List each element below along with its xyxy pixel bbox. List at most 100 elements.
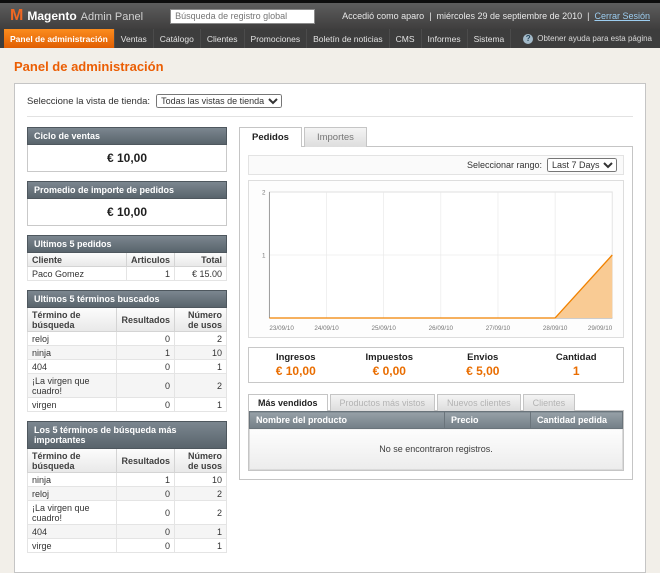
table-cell: 2 [175,501,227,525]
products-grid-panel: Nombre del productoPrecioCantidad pedida… [248,410,624,471]
report-tab[interactable]: Más vendidos [248,394,328,411]
nav-item[interactable]: Clientes [201,29,245,48]
column-header: Término de búsqueda [28,308,117,332]
table-cell: ¡La virgen que cuadro! [28,501,117,525]
column-header: Total [175,253,227,267]
top-header: M Magento Admin Panel Accedió como aparo… [0,0,660,29]
store-switcher: Seleccione la vista de tienda: Todas las… [27,94,633,117]
table-cell: 10 [175,346,227,360]
table-cell: ¡La virgen que cuadro! [28,374,117,398]
table-cell: reloj [28,487,117,501]
column-header: Número de usos [175,449,227,473]
header-separator: | [587,11,589,21]
range-select[interactable]: Last 7 Days [547,158,617,172]
table-row: Paco Gomez1€ 15.00 [28,267,227,281]
svg-text:23/09/10: 23/09/10 [269,325,294,332]
svg-text:25/09/10: 25/09/10 [371,325,396,332]
table-cell: 1 [175,360,227,374]
column-header: Resultados [117,308,175,332]
table-cell: 0 [117,360,175,374]
nav-item[interactable]: Panel de administración [4,29,115,48]
header-separator: | [429,11,431,21]
table-cell: virge [28,539,117,553]
last-orders-table: ClienteArticulosTotal Paco Gomez1€ 15.00 [27,253,227,281]
dashboard-panel: Seleccionar rango: Last 7 Days 23/09/10 2… [239,146,633,480]
nav-item[interactable]: Informes [422,29,468,48]
global-search-input[interactable] [170,9,315,24]
table-cell: 0 [117,525,175,539]
svg-text:24/09/10: 24/09/10 [314,325,339,332]
dashboard-columns: Ciclo de ventas € 10,00 Promedio de impo… [27,127,633,562]
page-title: Panel de administración [14,59,646,74]
table-cell: 1 [126,267,174,281]
nav-item[interactable]: CMS [390,29,422,48]
table-row: ¡La virgen que cuadro!02 [28,501,227,525]
store-view-label: Seleccione la vista de tienda: [27,96,150,107]
table-cell: 404 [28,360,117,374]
table-row: 40401 [28,360,227,374]
box-title: Ciclo de ventas [27,127,227,145]
report-tab[interactable]: Productos más vistos [330,394,436,411]
column-header: Cantidad pedida [531,412,623,429]
table-cell: ninja [28,346,117,360]
table-row: 40401 [28,525,227,539]
nav-item[interactable]: Catálogo [154,29,201,48]
box-title: Ultimos 5 pedidos [27,235,227,253]
table-row: ¡La virgen que cuadro!02 [28,374,227,398]
products-grid: Nombre del productoPrecioCantidad pedida… [249,411,623,470]
nav-item[interactable]: Promociones [245,29,308,48]
column-header: Cliente [28,253,127,267]
table-row: ninja110 [28,346,227,360]
column-header: Resultados [117,449,175,473]
top-search-terms-box: Los 5 términos de búsqueda más important… [27,421,227,553]
nav-item[interactable]: Sistema [468,29,512,48]
svg-text:27/09/10: 27/09/10 [486,325,511,332]
report-tabs: Más vendidosProductos más vistosNuevos c… [248,394,624,411]
total-item: Envios€ 5,00 [436,348,530,382]
nav-item[interactable]: Ventas [115,29,154,48]
total-item: Impuestos€ 0,00 [343,348,437,382]
logo-subtitle: Admin Panel [81,11,143,23]
table-cell: 2 [175,487,227,501]
lifetime-sales-box: Ciclo de ventas € 10,00 [27,127,227,172]
table-cell: Paco Gomez [28,267,127,281]
totals-bar: Ingresos€ 10,00Impuestos€ 0,00Envios€ 5,… [248,347,624,383]
help-icon: ? [523,34,533,44]
empty-row: No se encontraron registros. [250,429,623,470]
nav-item[interactable]: Boletín de noticias [307,29,389,48]
dashboard-tab[interactable]: Pedidos [239,127,302,147]
help-link[interactable]: ? Obtener ayuda para esta página [523,29,656,48]
dashboard-tabs: PedidosImportes [239,127,633,147]
table-cell: 0 [117,398,175,412]
average-orders-box: Promedio de importe de pedidos € 10,00 [27,181,227,226]
lifetime-sales-value: € 10,00 [27,145,227,172]
left-column: Ciclo de ventas € 10,00 Promedio de impo… [27,127,227,562]
current-date: miércoles 29 de septiembre de 2010 [437,11,583,21]
logged-in-as: Accedió como aparo [342,11,424,21]
table-cell: 1 [175,539,227,553]
table-row: virge01 [28,539,227,553]
table-cell: 1 [117,346,175,360]
column-header: Término de búsqueda [28,449,117,473]
table-row: reloj02 [28,487,227,501]
column-header: Nombre del producto [250,412,445,429]
page-content: Panel de administración Seleccione la vi… [0,48,660,573]
help-label: Obtener ayuda para esta página [537,34,652,43]
logout-link[interactable]: Cerrar Sesión [594,11,650,21]
average-orders-value: € 10,00 [27,199,227,226]
svg-text:26/09/10: 26/09/10 [429,325,454,332]
table-cell: virgen [28,398,117,412]
dashboard-tab[interactable]: Importes [304,127,367,147]
table-cell: 0 [117,374,175,398]
table-cell: 2 [175,374,227,398]
header-user-info: Accedió como aparo | miércoles 29 de sep… [342,11,650,21]
nav-items: Panel de administraciónVentasCatálogoCli… [4,29,511,48]
store-view-select[interactable]: Todas las vistas de tienda [156,94,282,108]
last-search-terms-box: Ultimos 5 términos buscados Término de b… [27,290,227,412]
magento-logo-icon: M [10,8,23,24]
report-tab[interactable]: Nuevos clientes [437,394,521,411]
report-tab[interactable]: Clientes [523,394,576,411]
chart-toolbar: Seleccionar rango: Last 7 Days [248,155,624,175]
logo-text: Magento [27,9,76,23]
global-search [151,9,334,24]
